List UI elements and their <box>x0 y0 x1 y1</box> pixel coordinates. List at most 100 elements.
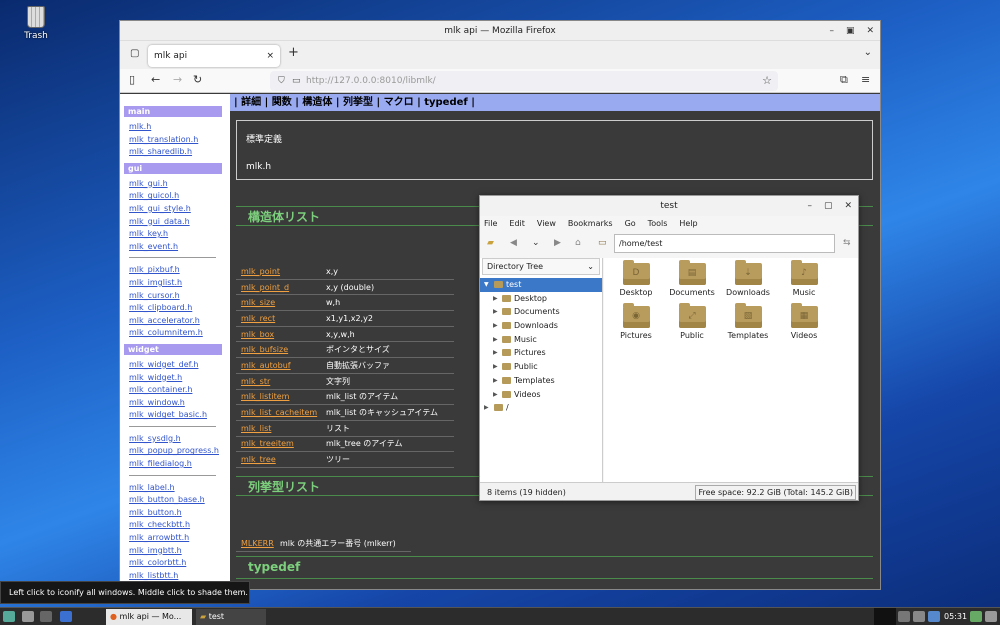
extensions-icon[interactable]: ⧉ <box>840 73 848 87</box>
close-icon[interactable]: ✕ <box>844 196 852 216</box>
fm-titlebar[interactable]: test – ▢ ✕ <box>480 196 858 216</box>
sidebar-link[interactable]: mlk_key.h <box>124 228 230 241</box>
expand-arrow-icon[interactable]: ▼ <box>484 278 489 292</box>
tree-item-root[interactable]: ▼ test <box>480 278 602 292</box>
struct-link[interactable]: mlk_treeitem <box>236 439 326 448</box>
sidebar-link[interactable]: mlk_sharedlib.h <box>124 146 230 159</box>
sidebar-link[interactable]: mlk_gui_data.h <box>124 216 230 229</box>
struct-link[interactable]: mlk_point <box>236 267 326 276</box>
menu-item[interactable]: Edit <box>509 216 525 231</box>
file-item-downloads[interactable]: ⇣ Downloads <box>718 260 778 297</box>
file-item-desktop[interactable]: D Desktop <box>606 260 666 297</box>
file-manager-icon[interactable] <box>22 611 34 622</box>
sidebar-link[interactable]: mlk_container.h <box>124 384 230 397</box>
struct-link[interactable]: mlk_bufsize <box>236 345 326 354</box>
sidebar-link[interactable]: mlk_imgbtt.h <box>124 545 230 558</box>
struct-link[interactable]: mlk_rect <box>236 314 326 323</box>
sidebar-link[interactable]: mlk_event.h <box>124 241 230 254</box>
folder-icon[interactable]: ▭ <box>598 238 607 248</box>
sidebar-link[interactable]: mlk_widget_def.h <box>124 359 230 372</box>
url-bar[interactable]: ⛉ ▭ http://127.0.0.0:8010/libmlk/ ☆ <box>270 71 778 91</box>
sidebar-link[interactable]: mlk_button.h <box>124 507 230 520</box>
expand-arrow-icon[interactable]: ▶ <box>493 346 498 360</box>
struct-link[interactable]: mlk_listitem <box>236 392 326 401</box>
file-item-documents[interactable]: ▤ Documents <box>662 260 722 297</box>
show-desktop-icon[interactable] <box>40 611 52 622</box>
section-nav[interactable]: | 詳細 | 関数 | 構造体 | 列挙型 | マクロ | typedef | <box>230 94 880 111</box>
shield-icon[interactable]: ⛉ <box>278 71 285 91</box>
sidebar-link[interactable]: mlk_filedialog.h <box>124 458 230 471</box>
sidebar-link[interactable]: mlk_arrowbtt.h <box>124 532 230 545</box>
location-input[interactable]: /home/test <box>614 234 835 253</box>
tree-item[interactable]: ▶ Documents <box>480 305 602 319</box>
tree-item[interactable]: ▶ Videos <box>480 388 602 402</box>
close-icon[interactable]: ✕ <box>866 21 874 41</box>
sidebar-link[interactable]: mlk_popup_progress.h <box>124 445 230 458</box>
trash-desktop-icon[interactable]: Trash <box>18 6 54 41</box>
new-folder-icon[interactable]: ▰ <box>487 238 494 248</box>
tree-item-fs-root[interactable]: ▶ / <box>480 401 602 415</box>
sidebar-link[interactable]: mlk_button_base.h <box>124 494 230 507</box>
struct-link[interactable]: mlk_list_cacheitem <box>236 408 326 417</box>
go-icon[interactable]: ⇆ <box>843 238 851 248</box>
maximize-icon[interactable]: ▣ <box>846 21 855 41</box>
struct-link[interactable]: mlk_tree <box>236 455 326 464</box>
file-icon-view[interactable]: D Desktop ▤ Documents ⇣ Downloads ♪ Music ◉ Pictu… <box>604 258 858 482</box>
struct-link[interactable]: mlk_size <box>236 298 326 307</box>
file-item-videos[interactable]: ▦ Videos <box>774 303 834 340</box>
tree-item[interactable]: ▶ Templates <box>480 374 602 388</box>
sidebar-link[interactable]: mlk_sysdlg.h <box>124 433 230 446</box>
menu-item[interactable]: Go <box>625 216 636 231</box>
expand-arrow-icon[interactable]: ▶ <box>493 360 498 374</box>
expand-arrow-icon[interactable]: ▶ <box>493 333 498 347</box>
reload-icon[interactable]: ↻ <box>193 73 202 86</box>
menu-icon[interactable]: ≡ <box>861 73 870 86</box>
back-icon[interactable]: ◀ <box>510 238 517 248</box>
menu-item[interactable]: Bookmarks <box>568 216 613 231</box>
directory-tree-select[interactable]: Directory Tree ⌄ <box>482 258 600 275</box>
enum-link[interactable]: MLKERR <box>236 539 280 548</box>
forward-icon[interactable]: → <box>173 73 182 86</box>
sidebar-link[interactable]: mlk_colorbtt.h <box>124 557 230 570</box>
minimize-icon[interactable]: – <box>807 196 812 216</box>
monitor-icon[interactable] <box>970 611 982 622</box>
volume-icon[interactable] <box>898 611 910 622</box>
sidebar-link[interactable]: mlk_checkbtt.h <box>124 519 230 532</box>
desktop-pager-icon[interactable] <box>60 611 72 622</box>
expand-arrow-icon[interactable]: ▶ <box>493 374 498 388</box>
sidebar-link[interactable]: mlk.h <box>124 121 230 134</box>
tab-mlk-api[interactable]: mlk api × <box>148 45 280 67</box>
chevron-down-icon[interactable]: ⌄ <box>864 47 872 58</box>
sidebar-link[interactable]: mlk_cursor.h <box>124 290 230 303</box>
maximize-icon[interactable]: ▢ <box>824 196 833 216</box>
menu-item[interactable]: File <box>484 216 497 231</box>
file-item-pictures[interactable]: ◉ Pictures <box>606 303 666 340</box>
file-item-music[interactable]: ♪ Music <box>774 260 834 297</box>
sidebar-link[interactable]: mlk_guicol.h <box>124 190 230 203</box>
struct-link[interactable]: mlk_list <box>236 424 326 433</box>
network-icon[interactable] <box>928 611 940 622</box>
struct-link[interactable]: mlk_str <box>236 377 326 386</box>
sidebar-toggle-icon[interactable]: ▯ <box>129 73 135 86</box>
tree-item[interactable]: ▶ Music <box>480 333 602 347</box>
menu-item[interactable]: Tools <box>648 216 668 231</box>
menu-item[interactable]: View <box>537 216 556 231</box>
expand-arrow-icon[interactable]: ▶ <box>493 305 498 319</box>
struct-link[interactable]: mlk_box <box>236 330 326 339</box>
sidebar-link[interactable]: mlk_label.h <box>124 482 230 495</box>
minimize-icon[interactable]: – <box>829 21 834 41</box>
file-item-templates[interactable]: ▧ Templates <box>718 303 778 340</box>
sidebar-link[interactable]: mlk_window.h <box>124 397 230 410</box>
chevron-down-icon[interactable]: ⌄ <box>532 238 540 248</box>
tree-item[interactable]: ▶ Downloads <box>480 319 602 333</box>
file-item-public[interactable]: ⤢ Public <box>662 303 722 340</box>
tab-close-icon[interactable]: × <box>266 45 274 67</box>
sidebar-link[interactable]: mlk_accelerator.h <box>124 315 230 328</box>
page-info-icon[interactable]: ▭ <box>292 71 301 91</box>
back-icon[interactable]: ← <box>151 73 160 86</box>
sidebar-link[interactable]: mlk_imglist.h <box>124 277 230 290</box>
user-icon[interactable] <box>985 611 997 622</box>
tree-item[interactable]: ▶ Public <box>480 360 602 374</box>
up-icon[interactable]: ⌂ <box>575 238 581 248</box>
sidebar-link[interactable]: mlk_widget.h <box>124 372 230 385</box>
